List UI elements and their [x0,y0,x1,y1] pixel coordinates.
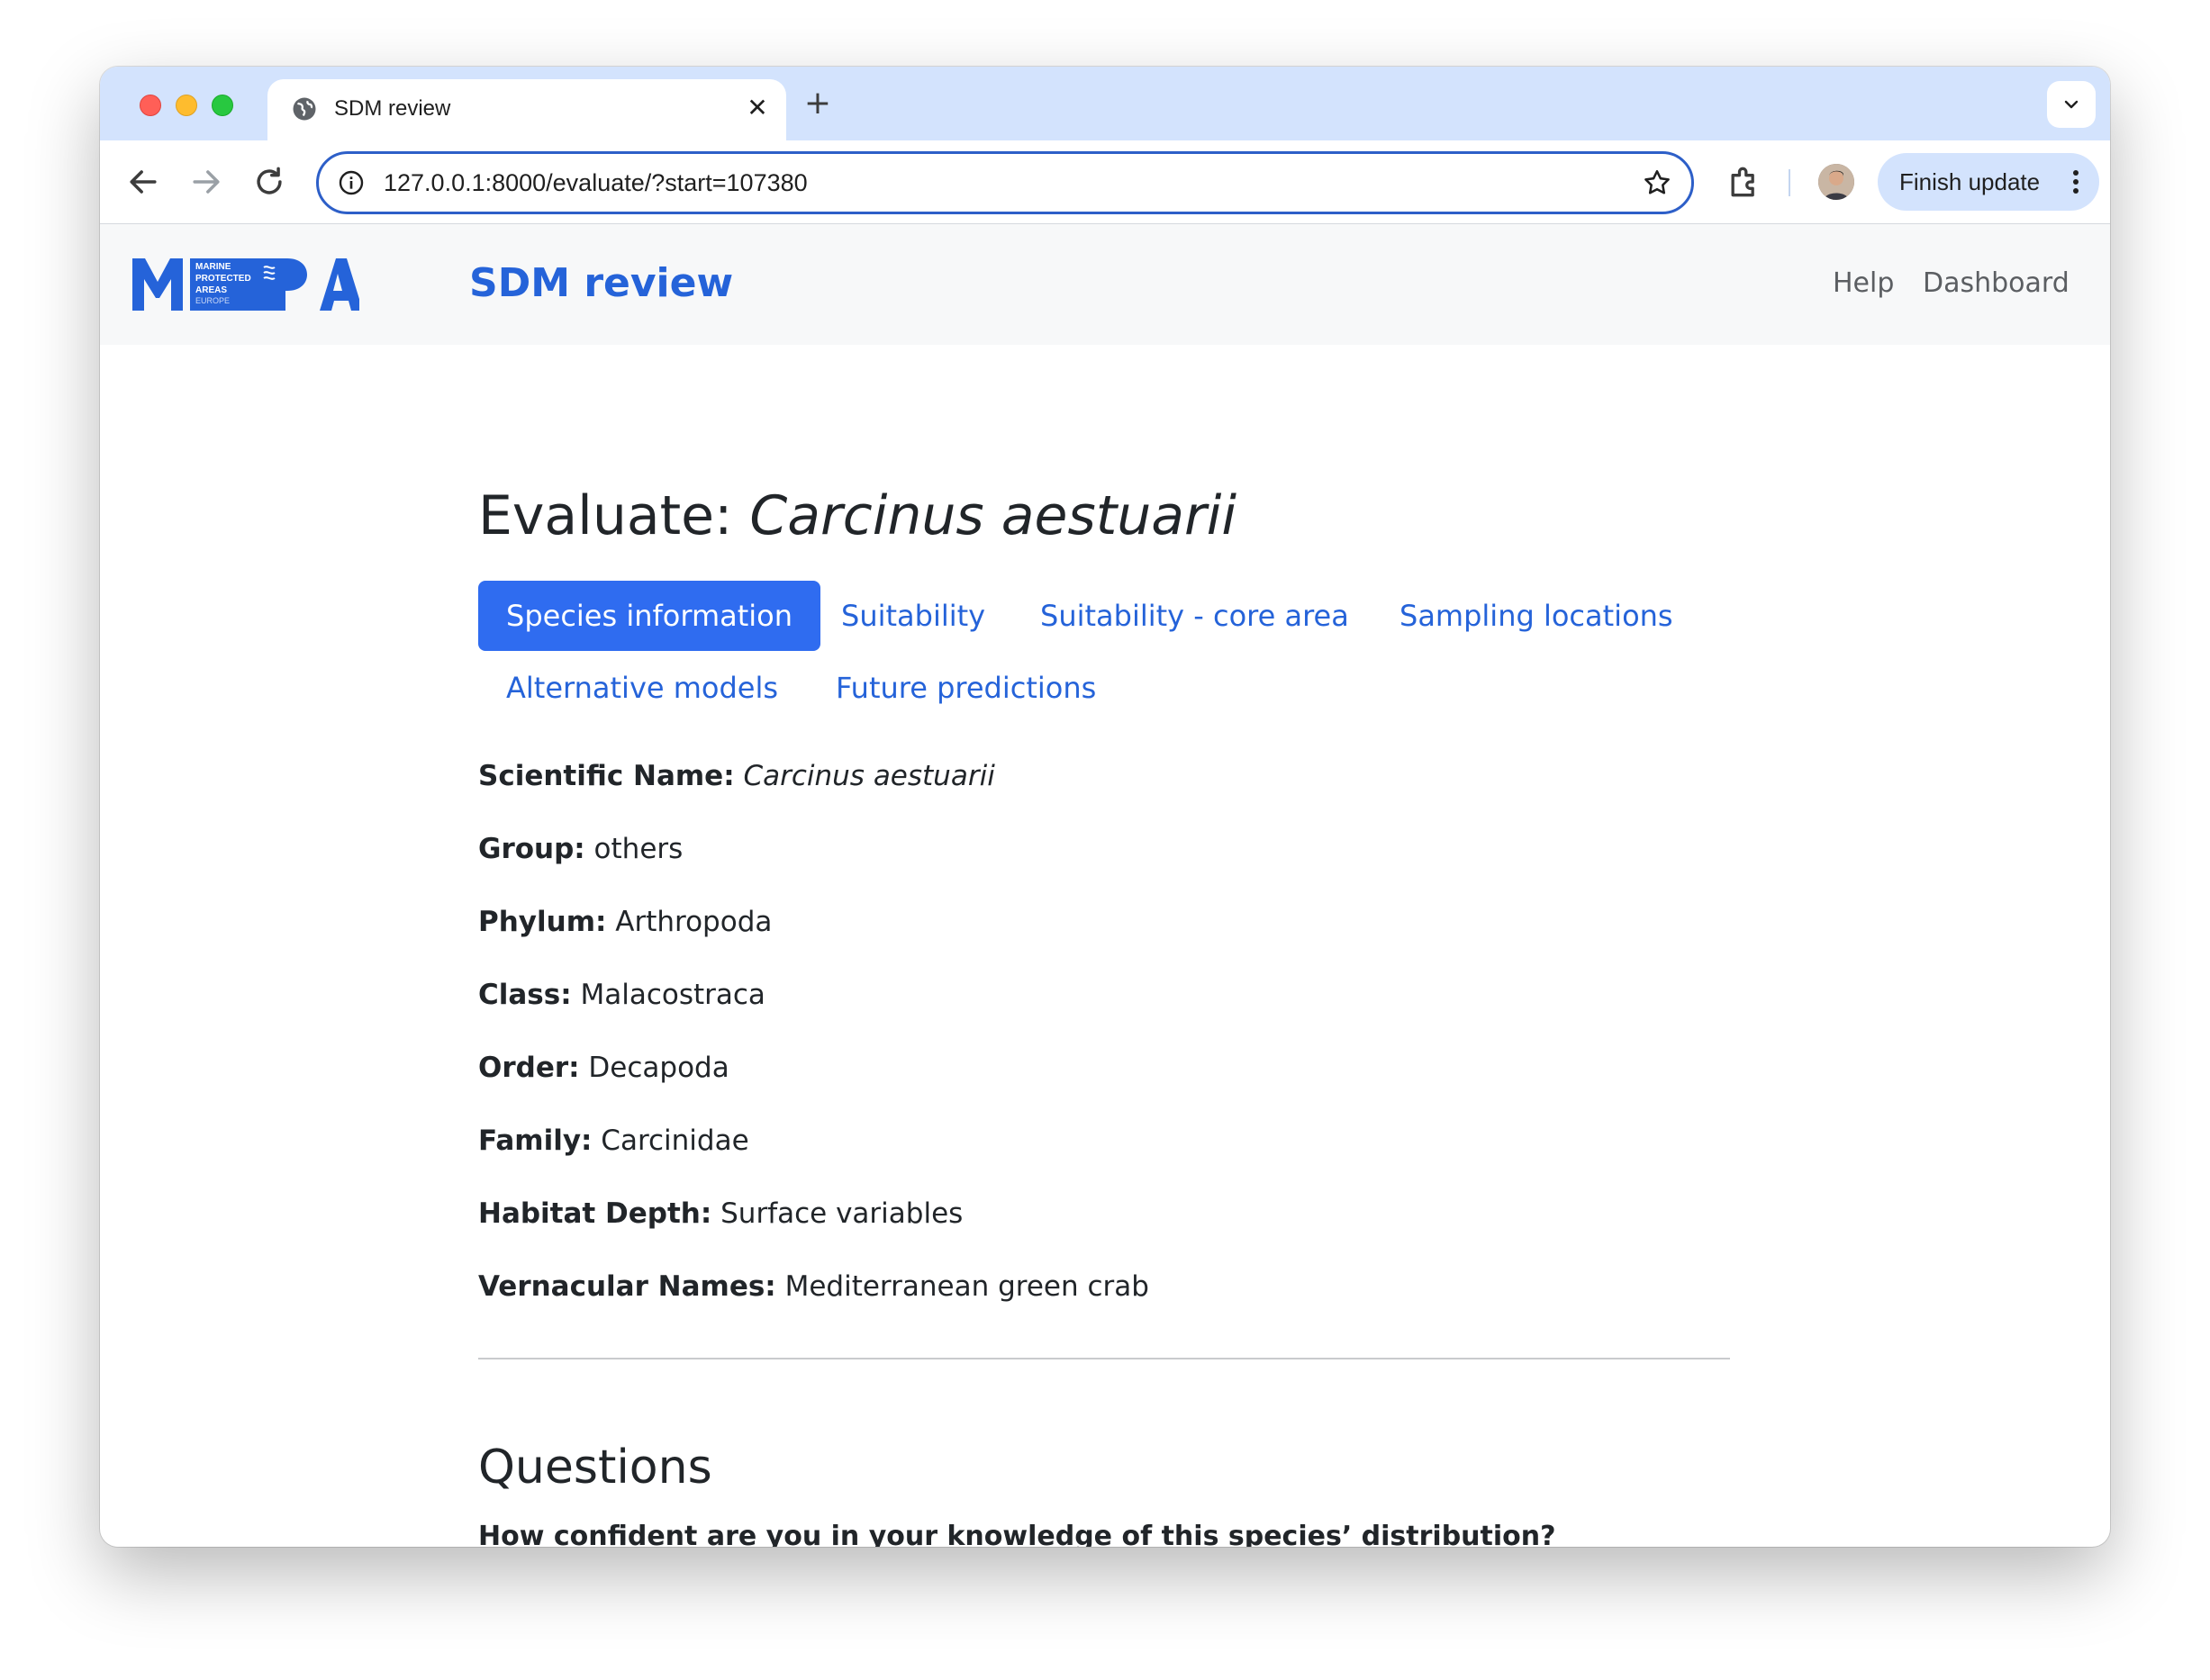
vernacular-names-row: Vernacular Names: Mediterranean green cr… [478,1267,1149,1306]
tab-suitability[interactable]: Suitability [813,581,1013,651]
reload-icon[interactable] [249,162,289,202]
tab-title: SDM review [334,96,451,121]
family-value: Carcinidae [601,1125,749,1157]
svg-text:PROTECTED: PROTECTED [195,274,251,284]
vernacular-names-label: Vernacular Names: [478,1270,776,1303]
browser-tab[interactable]: SDM review ✕ [267,79,786,140]
scientific-name-value: Carcinus aestuarii [743,760,995,792]
group-row: Group: others [478,829,683,869]
globe-icon [293,97,316,121]
finish-update-button[interactable]: Finish update [1878,153,2099,211]
browser-toolbar: 127.0.0.1:8000/evaluate/?start=107380 Fi… [100,140,2110,224]
svg-text:AREAS: AREAS [195,285,227,295]
tab-suitability-core-area[interactable]: Suitability - core area [1012,581,1377,651]
habitat-depth-label: Habitat Depth: [478,1197,712,1230]
tab-species-information[interactable]: Species information [478,581,821,651]
person-icon [1818,164,1854,200]
browser-window: SDM review ✕ + 127.0.0.1:8000/evaluate/?… [100,67,2110,1547]
finish-update-label: Finish update [1899,168,2041,195]
questions-heading: Questions [478,1441,712,1495]
page-title: Evaluate: Carcinus aestuarii [478,480,1236,552]
mpa-logo[interactable]: MARINE PROTECTED AREAS EUROPE [131,257,363,312]
tab-search-button[interactable] [2047,81,2096,128]
back-arrow-icon[interactable] [123,162,163,202]
phylum-value: Arthropoda [615,906,773,938]
nav-dashboard-link[interactable]: Dashboard [1923,264,2070,303]
more-menu-icon [2073,170,2079,194]
maximize-window-button[interactable] [212,95,233,116]
scientific-name-label: Scientific Name: [478,760,735,792]
url-text: 127.0.0.1:8000/evaluate/?start=107380 [384,169,808,196]
profile-avatar[interactable] [1818,164,1854,200]
phylum-label: Phylum: [478,906,607,938]
scientific-name-row: Scientific Name: Carcinus aestuarii [478,756,995,796]
minimize-window-button[interactable] [176,95,197,116]
phylum-row: Phylum: Arthropoda [478,902,772,942]
class-label: Class: [478,979,572,1011]
svg-text:MARINE: MARINE [195,262,231,272]
close-window-button[interactable] [140,95,161,116]
nav-help-link[interactable]: Help [1833,264,1894,303]
group-label: Group: [478,833,585,865]
page-title-species: Carcinus aestuarii [749,484,1237,547]
section-divider [478,1358,1730,1359]
tab-sampling-locations[interactable]: Sampling locations [1372,581,1701,651]
new-tab-icon[interactable]: + [799,85,837,122]
tab-strip: SDM review ✕ + [100,67,2110,140]
toolbar-separator [1789,169,1790,196]
tab-alternative-models[interactable]: Alternative models [478,653,806,723]
address-bar[interactable]: 127.0.0.1:8000/evaluate/?start=107380 [316,151,1694,214]
extensions-icon[interactable] [1725,162,1764,202]
vernacular-names-value: Mediterranean green crab [784,1270,1149,1303]
order-row: Order: Decapoda [478,1048,729,1088]
page-title-prefix: Evaluate: [478,484,750,547]
bookmark-star-icon[interactable] [1641,167,1673,199]
site-navbar: MARINE PROTECTED AREAS EUROPE SDM review… [100,224,2110,345]
brand-title[interactable]: SDM review [469,257,733,311]
order-value: Decapoda [588,1052,729,1084]
forward-arrow-icon[interactable] [186,162,226,202]
habitat-depth-value: Surface variables [720,1197,964,1230]
question-confidence-label: How confident are you in your knowledge … [478,1521,1556,1547]
order-label: Order: [478,1052,580,1084]
group-value: others [593,833,684,865]
tab-future-predictions[interactable]: Future predictions [808,653,1124,723]
close-tab-icon[interactable]: ✕ [743,94,772,122]
class-row: Class: Malacostraca [478,975,765,1015]
habitat-depth-row: Habitat Depth: Surface variables [478,1194,963,1233]
svg-text:EUROPE: EUROPE [195,296,230,305]
family-label: Family: [478,1125,593,1157]
class-value: Malacostraca [580,979,765,1011]
mpa-logo-graphic: MARINE PROTECTED AREAS EUROPE [132,258,363,311]
family-row: Family: Carcinidae [478,1121,749,1161]
chevron-down-icon [2064,100,2079,109]
site-info-icon[interactable] [337,168,366,197]
